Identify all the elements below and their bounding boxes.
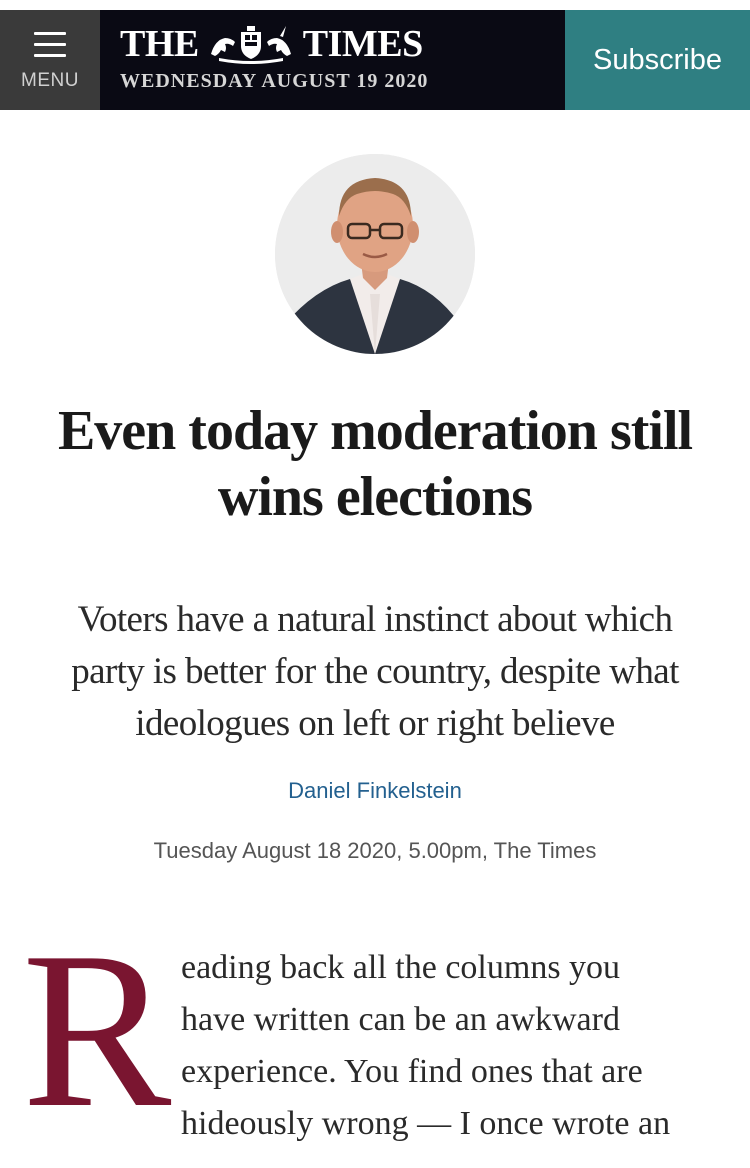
menu-button[interactable]: MENU xyxy=(0,10,100,110)
publish-dateline: Tuesday August 18 2020, 5.00pm, The Time… xyxy=(153,838,597,863)
royal-crest-icon xyxy=(210,26,291,64)
body-line: experience. You find ones that are xyxy=(181,1053,643,1090)
logo-text-the: THE xyxy=(120,23,199,65)
author-avatar xyxy=(275,154,475,354)
article-headline: Even today moderation still wins electio… xyxy=(20,398,730,530)
standfirst-line: ideologues on left or right believe xyxy=(135,703,615,744)
headline-line: Even today moderation still xyxy=(57,400,693,462)
edition-date: WEDNESDAY AUGUST 19 2020 xyxy=(120,70,429,92)
body-line: have written can be an awkward xyxy=(181,1001,620,1038)
drop-cap: R xyxy=(22,906,172,1154)
article-body: eading back all the columns you have wri… xyxy=(181,942,741,1150)
menu-label: MENU xyxy=(21,70,79,91)
body-line: eading back all the columns you xyxy=(181,949,621,986)
author-portrait-icon xyxy=(275,154,475,354)
subscribe-button[interactable]: Subscribe xyxy=(565,10,750,110)
logo-text-times: TIMES xyxy=(302,23,423,65)
hamburger-icon xyxy=(34,32,66,58)
masthead-logo[interactable]: THE TIMES WEDNESDAY AUGUST 19 2020 xyxy=(100,10,565,110)
article-standfirst: Voters have a natural instinct about whi… xyxy=(20,594,730,750)
headline-line: wins elections xyxy=(217,466,533,528)
standfirst-line: party is better for the country, despite… xyxy=(71,651,679,692)
site-header: MENU THE TIMES WEDNESDAY AUGUST 19 2020 … xyxy=(0,10,750,110)
body-line: hideously wrong — I once wrote an xyxy=(181,1105,671,1142)
standfirst-line: Voters have a natural instinct about whi… xyxy=(77,599,673,640)
author-link[interactable]: Daniel Finkelstein xyxy=(0,778,750,804)
